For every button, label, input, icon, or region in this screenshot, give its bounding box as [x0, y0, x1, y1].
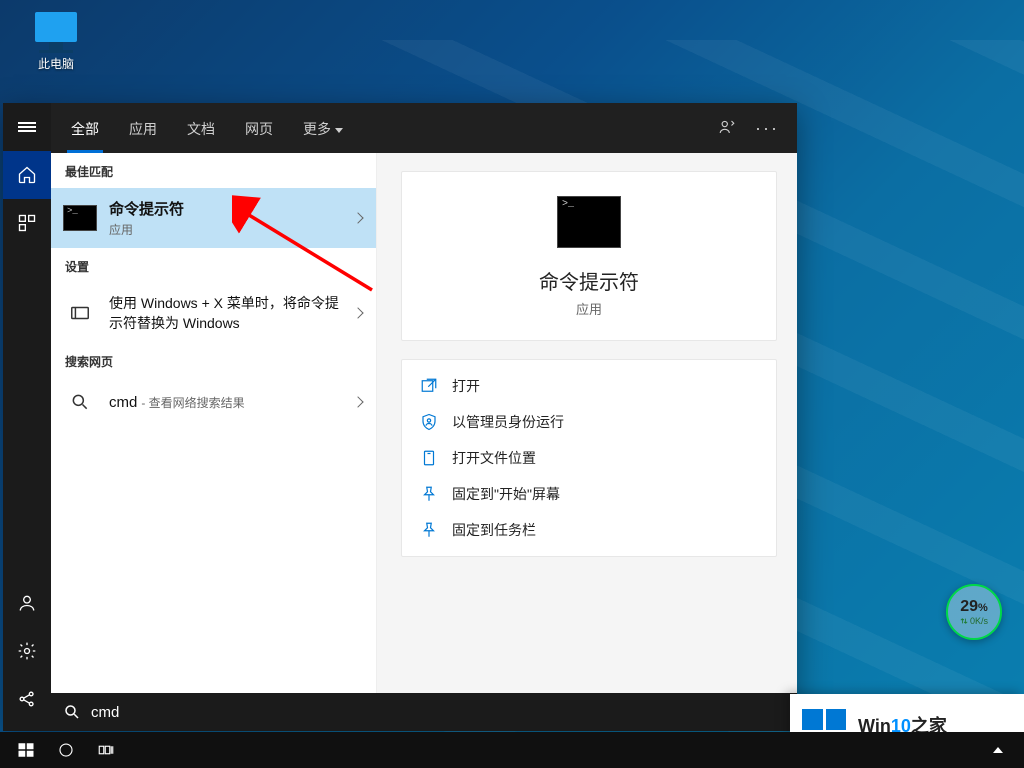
account-button[interactable] [3, 579, 51, 627]
search-input-bar[interactable] [51, 693, 797, 731]
action-pin-start-label: 固定到"开始"屏幕 [452, 484, 560, 504]
monitor-icon [35, 12, 77, 42]
desktop-icon-this-pc[interactable]: 此电脑 [18, 12, 94, 72]
result-subtitle: 应用 [109, 221, 184, 238]
ellipsis-icon: ··· [755, 118, 779, 138]
taskbar [0, 732, 1024, 768]
preview-actions: 打开 以管理员身份运行 打开文件位置 固定到"开始"屏幕 [401, 359, 777, 557]
result-settings-item[interactable]: 使用 Windows + X 菜单时，将命令提示符替换为 Windows [51, 283, 376, 343]
home-icon [17, 165, 37, 185]
tab-more-label: 更多 [303, 121, 331, 137]
cortana-icon [57, 741, 75, 759]
chevron-right-icon [352, 212, 363, 223]
tab-web[interactable]: 网页 [241, 105, 277, 151]
pin-start-icon [420, 485, 438, 503]
settings-button[interactable] [3, 627, 51, 675]
widget-percent: 29% [960, 598, 988, 616]
home-button[interactable] [3, 151, 51, 199]
caret-down-icon [335, 128, 343, 133]
hamburger-icon [18, 120, 36, 134]
chevron-right-icon [352, 396, 363, 407]
apps-icon [17, 213, 37, 233]
section-web: 搜索网页 [51, 343, 376, 378]
open-icon [420, 377, 438, 395]
search-side-rail [3, 103, 51, 731]
search-tabs: 全部 应用 文档 网页 更多 ··· [51, 103, 797, 153]
cortana-button[interactable] [46, 732, 86, 768]
search-icon [63, 703, 81, 721]
preview-title: 命令提示符 [539, 266, 639, 295]
admin-icon [420, 413, 438, 431]
web-query: cmd [109, 394, 137, 411]
share-button[interactable] [3, 675, 51, 723]
more-options-button[interactable]: ··· [747, 119, 787, 137]
tab-docs[interactable]: 文档 [183, 105, 219, 151]
section-best-match: 最佳匹配 [51, 153, 376, 188]
tab-apps[interactable]: 应用 [125, 105, 161, 151]
action-run-admin[interactable]: 以管理员身份运行 [416, 404, 762, 440]
action-open-label: 打开 [452, 376, 480, 396]
task-view-icon [97, 741, 115, 759]
search-input[interactable] [91, 704, 785, 721]
result-command-prompt[interactable]: 命令提示符 应用 [51, 188, 376, 248]
widget-speed: 0K/s [960, 616, 988, 626]
windows-start-icon [17, 741, 35, 759]
action-pin-taskbar[interactable]: 固定到任务栏 [416, 512, 762, 548]
result-title: 命令提示符 [109, 198, 184, 219]
caret-up-icon [993, 747, 1003, 753]
result-web-search[interactable]: cmd - 查看网络搜索结果 [51, 378, 376, 426]
start-button[interactable] [6, 732, 46, 768]
start-search-panel: 全部 应用 文档 网页 更多 ··· 最佳匹配 命令提示符 应用 [3, 103, 797, 731]
preview-column: 命令提示符 应用 打开 以管理员身份运行 打开文件位置 [377, 153, 797, 693]
system-tray [986, 732, 1018, 768]
updown-icon [960, 617, 968, 625]
feedback-button[interactable] [707, 118, 747, 139]
action-run-admin-label: 以管理员身份运行 [452, 412, 564, 432]
person-icon [17, 593, 37, 613]
action-pin-start[interactable]: 固定到"开始"屏幕 [416, 476, 762, 512]
monitor-stand [39, 50, 73, 53]
settings-item-icon [69, 302, 91, 324]
results-column: 最佳匹配 命令提示符 应用 设置 使用 Windows + X 菜单时，将命 [51, 153, 377, 693]
action-open-location[interactable]: 打开文件位置 [416, 440, 762, 476]
search-content: 全部 应用 文档 网页 更多 ··· 最佳匹配 命令提示符 应用 [51, 103, 797, 731]
action-open[interactable]: 打开 [416, 368, 762, 404]
menu-button[interactable] [3, 103, 51, 151]
preview-app-icon [557, 196, 621, 248]
tray-overflow-button[interactable] [986, 732, 1010, 768]
settings-item-text: 使用 Windows + X 菜单时，将命令提示符替换为 Windows [109, 293, 340, 333]
web-suffix: - 查看网络搜索结果 [141, 394, 244, 411]
share-icon [17, 689, 37, 709]
gear-icon [17, 641, 37, 661]
desktop-icon-label: 此电脑 [38, 55, 74, 72]
feedback-icon [718, 118, 736, 136]
tab-all[interactable]: 全部 [67, 105, 103, 151]
task-view-button[interactable] [86, 732, 126, 768]
search-icon [70, 392, 90, 412]
network-speed-widget[interactable]: 29% 0K/s [946, 584, 1002, 640]
folder-icon [420, 449, 438, 467]
cmd-icon [63, 205, 97, 231]
section-settings: 设置 [51, 248, 376, 283]
action-open-location-label: 打开文件位置 [452, 448, 536, 468]
pin-taskbar-icon [420, 521, 438, 539]
apps-button[interactable] [3, 199, 51, 247]
action-pin-taskbar-label: 固定到任务栏 [452, 520, 536, 540]
preview-subtitle: 应用 [576, 299, 602, 318]
preview-card: 命令提示符 应用 [401, 171, 777, 341]
tab-more[interactable]: 更多 [299, 105, 347, 151]
